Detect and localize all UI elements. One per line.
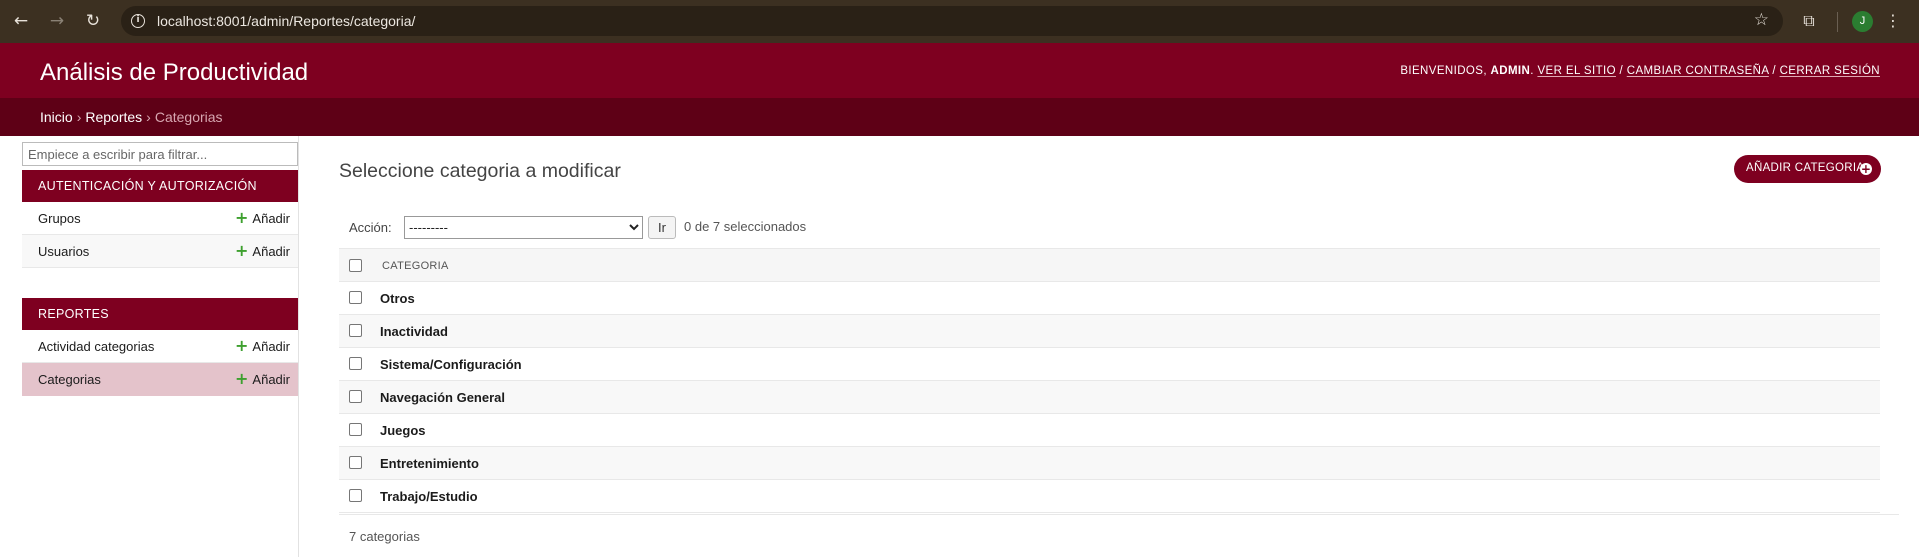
- kebab-menu-icon[interactable]: ⋮: [1883, 10, 1903, 32]
- puzzle-icon[interactable]: ⧉: [1798, 10, 1820, 32]
- sidebar-item-label[interactable]: Actividad categorias: [38, 339, 154, 354]
- username: ADMIN: [1490, 65, 1531, 77]
- forward-arrow-icon[interactable]: →: [47, 11, 67, 31]
- table-row: Navegación General: [339, 381, 1880, 414]
- table-row: Juegos: [339, 414, 1880, 447]
- back-arrow-icon[interactable]: ←: [11, 11, 31, 31]
- welcome-text: BIENVENIDOS,: [1400, 65, 1487, 77]
- info-icon[interactable]: i: [131, 14, 145, 28]
- row-checkbox[interactable]: [349, 324, 362, 337]
- table-row: Sistema/Configuración: [339, 348, 1880, 381]
- sidebar-item-label[interactable]: Categorias: [38, 372, 101, 387]
- add-actividad-link[interactable]: + Añadir: [235, 336, 290, 355]
- user-tools: BIENVENIDOS, ADMIN. VER EL SITIO / CAMBI…: [1400, 65, 1880, 77]
- site-header: Análisis de Productividad BIENVENIDOS, A…: [0, 43, 1919, 98]
- row-link[interactable]: Otros: [380, 291, 415, 306]
- breadcrumb-current: Categorias: [154, 109, 223, 125]
- row-checkbox[interactable]: [349, 357, 362, 370]
- row-link[interactable]: Entretenimiento: [380, 456, 479, 471]
- url-text[interactable]: localhost:8001/admin/Reportes/categoria/: [157, 13, 415, 29]
- go-button[interactable]: Ir: [648, 216, 676, 239]
- plus-icon: +: [235, 336, 249, 355]
- column-header-categoria[interactable]: CATEGORIA: [382, 260, 449, 272]
- module-caption-auth[interactable]: AUTENTICACIÓN Y AUTORIZACIÓN: [22, 170, 298, 202]
- row-checkbox[interactable]: [349, 456, 362, 469]
- page-title: Seleccione categoria a modificar: [339, 160, 621, 182]
- row-link[interactable]: Trabajo/Estudio: [380, 489, 478, 504]
- plus-icon: +: [235, 369, 249, 388]
- breadcrumb: Inicio › Reportes › Categorias: [0, 98, 1919, 136]
- row-link[interactable]: Juegos: [380, 423, 426, 438]
- plus-icon: +: [235, 241, 249, 260]
- action-bar: Acción: --------- Ir 0 de 7 seleccionado…: [339, 213, 1880, 248]
- sidebar-item-categorias[interactable]: Categorias + Añadir: [22, 363, 298, 396]
- table-row: Inactividad: [339, 315, 1880, 348]
- paginator: 7 categorias: [339, 514, 1899, 557]
- sidebar-filter-input[interactable]: [22, 142, 298, 166]
- breadcrumb-app[interactable]: Reportes: [85, 109, 142, 125]
- site-brand[interactable]: Análisis de Productividad: [40, 59, 308, 87]
- view-site-link[interactable]: VER EL SITIO: [1537, 65, 1616, 77]
- logout-link[interactable]: CERRAR SESIÓN: [1780, 65, 1880, 77]
- plus-icon: +: [235, 208, 249, 227]
- add-grupo-link[interactable]: + Añadir: [235, 208, 290, 227]
- row-link[interactable]: Sistema/Configuración: [380, 357, 522, 372]
- change-password-link[interactable]: CAMBIAR CONTRASEÑA: [1627, 65, 1769, 77]
- row-checkbox[interactable]: [349, 489, 362, 502]
- row-link[interactable]: Navegación General: [380, 390, 505, 405]
- action-label: Acción:: [349, 220, 392, 235]
- nav-sidebar: AUTENTICACIÓN Y AUTORIZACIÓN Grupos +Aña…: [22, 136, 299, 557]
- add-categoria-button[interactable]: AÑADIR CATEGORIA +: [1734, 155, 1881, 183]
- add-button-label: AÑADIR CATEGORIA: [1746, 162, 1865, 174]
- add-categoria-link[interactable]: + Añadir: [235, 369, 290, 388]
- action-select[interactable]: ---------: [404, 216, 643, 239]
- browser-toolbar: ← → ↻ i localhost:8001/admin/Reportes/ca…: [0, 0, 1919, 43]
- sidebar-item-label[interactable]: Grupos: [38, 211, 81, 226]
- sidebar-item-grupos[interactable]: Grupos + Añadir: [22, 202, 298, 235]
- address-bar[interactable]: i localhost:8001/admin/Reportes/categori…: [121, 6, 1783, 36]
- select-all-checkbox[interactable]: [349, 259, 362, 272]
- add-usuario-link[interactable]: + Añadir: [235, 241, 290, 260]
- sidebar-item-label[interactable]: Usuarios: [38, 244, 89, 259]
- module-caption-reportes[interactable]: REPORTES: [22, 298, 298, 330]
- row-checkbox[interactable]: [349, 423, 362, 436]
- row-checkbox[interactable]: [349, 291, 362, 304]
- table-row: Entretenimiento: [339, 447, 1880, 480]
- row-checkbox[interactable]: [349, 390, 362, 403]
- star-icon[interactable]: ☆: [1754, 10, 1769, 30]
- selection-counter: 0 de 7 seleccionados: [684, 219, 807, 234]
- plus-circle-icon: +: [1860, 162, 1872, 176]
- sidebar-item-actividad-categorias[interactable]: Actividad categorias + Añadir: [22, 330, 298, 363]
- table-row: Otros: [339, 282, 1880, 315]
- table-row: Trabajo/Estudio: [339, 480, 1880, 513]
- result-list: CATEGORIA Otros Inactividad Sistema/Conf…: [339, 248, 1880, 513]
- reload-icon[interactable]: ↻: [83, 11, 103, 31]
- profile-avatar[interactable]: J: [1852, 11, 1873, 32]
- toolbar-divider: [1837, 12, 1838, 32]
- sidebar-item-usuarios[interactable]: Usuarios + Añadir: [22, 235, 298, 268]
- breadcrumb-home[interactable]: Inicio: [40, 109, 73, 125]
- row-link[interactable]: Inactividad: [380, 324, 448, 339]
- table-header: CATEGORIA: [339, 248, 1880, 282]
